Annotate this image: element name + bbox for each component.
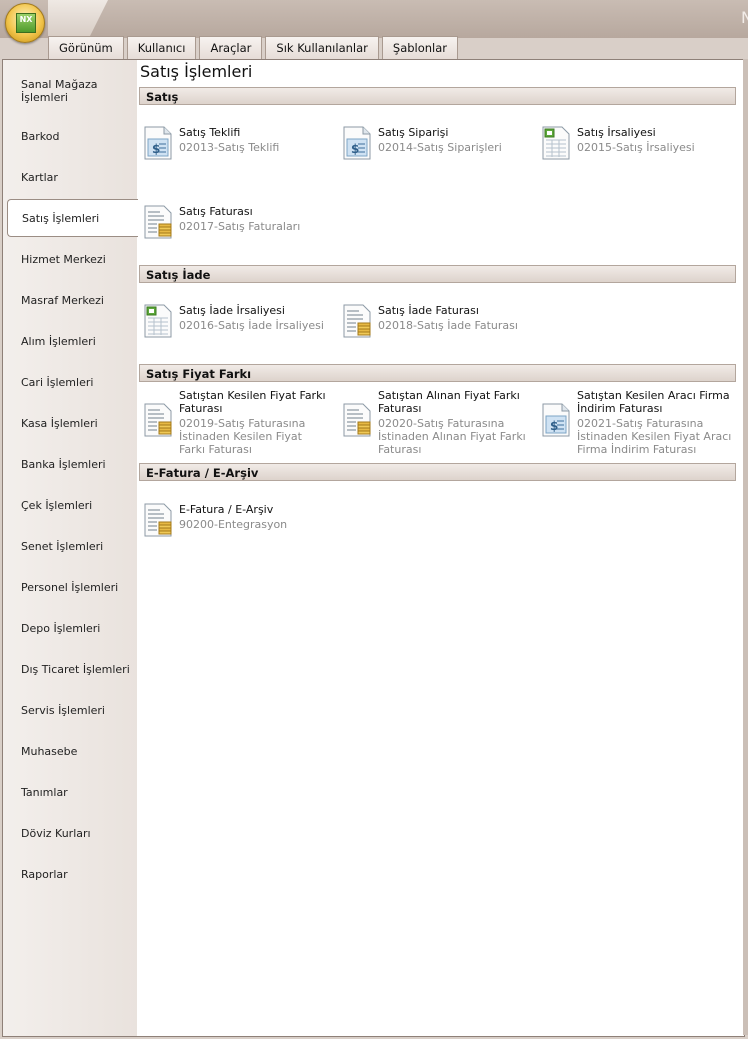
sidebar-item-senet-islemleri[interactable]: Senet İşlemleri [7, 527, 137, 565]
item-satis-teklifi[interactable]: Satış Teklifi 02013-Satış Teklifi [137, 126, 336, 160]
invoice-coins-icon [341, 403, 373, 437]
item-code: 02018-Satış İade Faturası [378, 319, 518, 332]
item-satis-siparisi[interactable]: Satış Siparişi 02014-Satış Siparişleri [336, 126, 535, 160]
item-code: 02021-Satış Faturasına İstinaden Kesilen… [577, 417, 732, 456]
sidebar-item-depo-islemleri[interactable]: Depo İşlemleri [7, 609, 137, 647]
item-satis-irsaliyesi[interactable]: Satış İrsaliyesi 02015-Satış İrsaliyesi [535, 126, 734, 160]
item-label: Satış Faturası [179, 205, 253, 218]
item-satis-faturasi[interactable]: Satış Faturası 02017-Satış Faturaları [137, 205, 336, 239]
group-header-satis: Satış [139, 87, 736, 105]
sidebar-item-doviz-kurlari[interactable]: Döviz Kurları [7, 814, 137, 852]
item-e-fatura-e-arsiv[interactable]: E-Fatura / E-Arşiv 90200-Entegrasyon [137, 503, 336, 537]
app-logo-icon: NX [16, 13, 36, 33]
item-satistan-kesilen-fiyat-farki[interactable]: Satıştan Kesilen Fiyat Farkı Faturası 02… [137, 389, 336, 456]
ribbon-tabs: Görünüm Kullanıcı Araçlar Sık Kullanılan… [48, 36, 459, 60]
sidebar-item-cari-islemleri[interactable]: Cari İşlemleri [7, 363, 137, 401]
sidebar-item-kasa-islemleri[interactable]: Kasa İşlemleri [7, 404, 137, 442]
item-code: 90200-Entegrasyon [179, 518, 288, 531]
sidebar-item-servis-islemleri[interactable]: Servis İşlemleri [7, 691, 137, 729]
sidebar-item-dis-ticaret[interactable]: Dış Ticaret İşlemleri [7, 650, 137, 688]
item-label: Satış İade Faturası [378, 304, 479, 317]
tab-kullanici[interactable]: Kullanıcı [126, 36, 197, 59]
item-label: Satış İrsaliyesi [577, 126, 656, 139]
item-code: 02020-Satış Faturasına İstinaden Alınan … [378, 417, 526, 456]
item-code: 02015-Satış İrsaliyesi [577, 141, 695, 154]
invoice-coins-icon [142, 205, 174, 239]
item-label: Satış Siparişi [378, 126, 449, 139]
item-code: 02014-Satış Siparişleri [378, 141, 502, 154]
document-dollar-icon [540, 403, 572, 437]
item-code: 02016-Satış İade İrsaliyesi [179, 319, 324, 332]
document-dollar-icon [142, 126, 174, 160]
app-menu-button[interactable]: NX [5, 3, 45, 43]
sidebar-item-cek-islemleri[interactable]: Çek İşlemleri [7, 486, 137, 524]
page-title: Satış İşlemleri [140, 62, 253, 81]
sidebar-item-hizmet-merkezi[interactable]: Hizmet Merkezi [7, 240, 137, 278]
window-title: N [741, 8, 748, 27]
tab-araclar[interactable]: Araçlar [199, 36, 263, 59]
sidebar-item-tanimlar[interactable]: Tanımlar [7, 773, 137, 811]
item-code: 02013-Satış Teklifi [179, 141, 280, 154]
sidebar: Sanal Mağaza İşlemleri Barkod Kartlar Sa… [3, 60, 138, 1036]
sidebar-item-alim-islemleri[interactable]: Alım İşlemleri [7, 322, 137, 360]
sidebar-item-personel-islemleri[interactable]: Personel İşlemleri [7, 568, 137, 606]
tab-sablonlar[interactable]: Şablonlar [381, 36, 459, 59]
sidebar-item-kartlar[interactable]: Kartlar [7, 158, 137, 196]
item-code: 02019-Satış Faturasına İstinaden Kesilen… [179, 417, 306, 456]
spreadsheet-icon [142, 304, 174, 338]
tab-gorunum[interactable]: Görünüm [48, 36, 124, 59]
item-satis-iade-faturasi[interactable]: Satış İade Faturası 02018-Satış İade Fat… [336, 304, 535, 338]
group-header-e-fatura: E-Fatura / E-Arşiv [139, 463, 736, 481]
item-label: Satıştan Alınan Fiyat Farkı Faturası [378, 389, 520, 415]
item-label: Satıştan Kesilen Fiyat Farkı Faturası [179, 389, 326, 415]
window-edge [743, 59, 748, 1035]
sidebar-item-sanal-magaza[interactable]: Sanal Mağaza İşlemleri [7, 72, 137, 110]
sidebar-item-raporlar[interactable]: Raporlar [7, 855, 137, 893]
sidebar-item-muhasebe[interactable]: Muhasebe [7, 732, 137, 770]
item-satistan-kesilen-araci-firma[interactable]: Satıştan Kesilen Aracı Firma İndirim Fat… [535, 389, 734, 456]
group-header-satis-iade: Satış İade [139, 265, 736, 283]
item-label: Satış İade İrsaliyesi [179, 304, 285, 317]
item-code: 02017-Satış Faturaları [179, 220, 301, 233]
content-panel: Satış İşlemleri Satış Satış Teklifi 0201… [137, 60, 744, 1036]
group-header-satis-fiyat-farki: Satış Fiyat Farkı [139, 364, 736, 382]
sidebar-item-satis-islemleri[interactable]: Satış İşlemleri [7, 199, 138, 237]
main-window: Sanal Mağaza İşlemleri Barkod Kartlar Sa… [2, 59, 745, 1037]
spreadsheet-icon [540, 126, 572, 160]
item-label: E-Fatura / E-Arşiv [179, 503, 274, 516]
document-dollar-icon [341, 126, 373, 160]
title-bar: N [0, 0, 748, 38]
item-label: Satıştan Kesilen Aracı Firma İndirim Fat… [577, 389, 730, 415]
sidebar-item-masraf-merkezi[interactable]: Masraf Merkezi [7, 281, 137, 319]
title-bar-decoration [48, 0, 108, 36]
item-label: Satış Teklifi [179, 126, 241, 139]
invoice-coins-icon [341, 304, 373, 338]
tab-sik-kullanilanlar[interactable]: Sık Kullanılanlar [265, 36, 379, 59]
item-satis-iade-irsaliyesi[interactable]: Satış İade İrsaliyesi 02016-Satış İade İ… [137, 304, 336, 338]
invoice-coins-icon [142, 503, 174, 537]
sidebar-item-banka-islemleri[interactable]: Banka İşlemleri [7, 445, 137, 483]
item-satistan-alinan-fiyat-farki[interactable]: Satıştan Alınan Fiyat Farkı Faturası 020… [336, 389, 535, 456]
invoice-coins-icon [142, 403, 174, 437]
sidebar-item-barkod[interactable]: Barkod [7, 117, 137, 155]
